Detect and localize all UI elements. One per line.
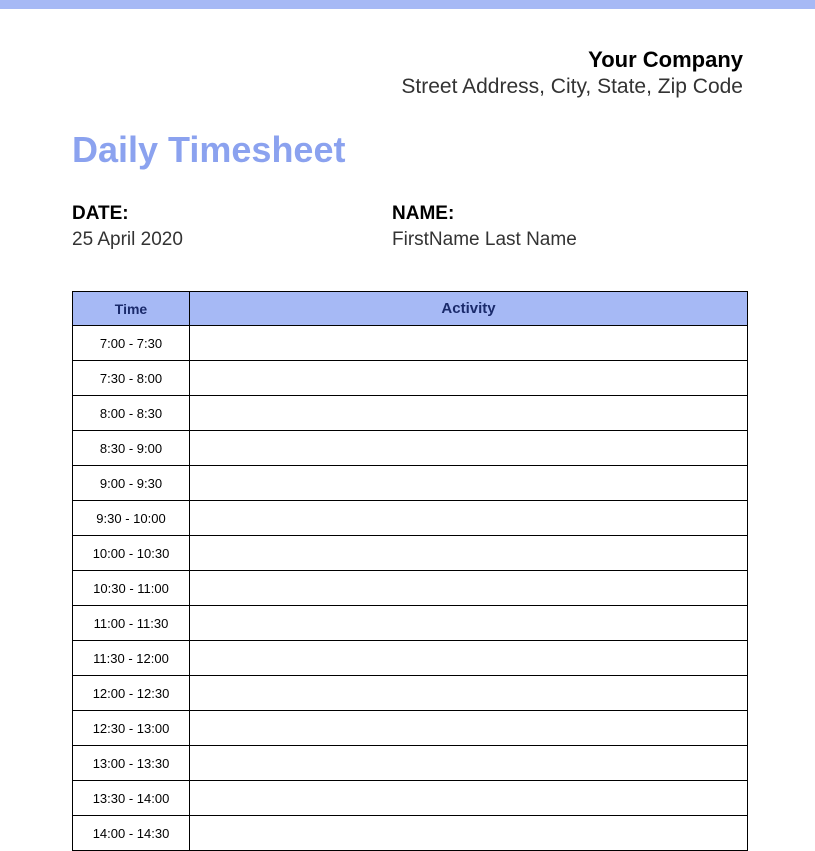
date-label: DATE:: [72, 203, 392, 225]
table-row: 8:00 - 8:30: [73, 396, 748, 431]
company-address: Street Address, City, State, Zip Code: [72, 75, 743, 99]
table-row: 12:30 - 13:00: [73, 711, 748, 746]
table-row: 11:30 - 12:00: [73, 641, 748, 676]
cell-activity[interactable]: [190, 746, 748, 781]
cell-activity[interactable]: [190, 816, 748, 851]
cell-time: 7:30 - 8:00: [73, 361, 190, 396]
cell-activity[interactable]: [190, 571, 748, 606]
cell-time: 9:30 - 10:00: [73, 501, 190, 536]
cell-activity[interactable]: [190, 781, 748, 816]
table-row: 9:00 - 9:30: [73, 466, 748, 501]
cell-time: 8:00 - 8:30: [73, 396, 190, 431]
table-row: 7:30 - 8:00: [73, 361, 748, 396]
cell-activity[interactable]: [190, 606, 748, 641]
meta-row: DATE: 25 April 2020 NAME: FirstName Last…: [72, 203, 743, 251]
table-row: 12:00 - 12:30: [73, 676, 748, 711]
cell-activity[interactable]: [190, 396, 748, 431]
table-row: 8:30 - 9:00: [73, 431, 748, 466]
table-row: 10:00 - 10:30: [73, 536, 748, 571]
page-content: Your Company Street Address, City, State…: [0, 47, 815, 851]
cell-activity[interactable]: [190, 501, 748, 536]
table-row: 13:30 - 14:00: [73, 781, 748, 816]
name-label: NAME:: [392, 203, 712, 225]
meta-date: DATE: 25 April 2020: [72, 203, 392, 251]
cell-activity[interactable]: [190, 711, 748, 746]
table-row: 9:30 - 10:00: [73, 501, 748, 536]
top-accent-bar: [0, 0, 815, 9]
cell-time: 12:30 - 13:00: [73, 711, 190, 746]
cell-activity[interactable]: [190, 676, 748, 711]
company-name: Your Company: [72, 47, 743, 73]
cell-time: 13:00 - 13:30: [73, 746, 190, 781]
cell-activity[interactable]: [190, 326, 748, 361]
cell-time: 13:30 - 14:00: [73, 781, 190, 816]
cell-time: 7:00 - 7:30: [73, 326, 190, 361]
cell-activity[interactable]: [190, 466, 748, 501]
cell-activity[interactable]: [190, 641, 748, 676]
cell-time: 8:30 - 9:00: [73, 431, 190, 466]
col-header-activity: Activity: [190, 292, 748, 326]
cell-time: 14:00 - 14:30: [73, 816, 190, 851]
company-block: Your Company Street Address, City, State…: [72, 47, 743, 99]
meta-name: NAME: FirstName Last Name: [392, 203, 712, 251]
col-header-time: Time: [73, 292, 190, 326]
cell-activity[interactable]: [190, 431, 748, 466]
table-row: 14:00 - 14:30: [73, 816, 748, 851]
cell-activity[interactable]: [190, 361, 748, 396]
table-row: 13:00 - 13:30: [73, 746, 748, 781]
date-value: 25 April 2020: [72, 229, 392, 251]
cell-time: 10:00 - 10:30: [73, 536, 190, 571]
table-row: 11:00 - 11:30: [73, 606, 748, 641]
cell-time: 11:00 - 11:30: [73, 606, 190, 641]
page-title: Daily Timesheet: [72, 129, 743, 171]
cell-activity[interactable]: [190, 536, 748, 571]
name-value: FirstName Last Name: [392, 229, 712, 251]
table-row: 10:30 - 11:00: [73, 571, 748, 606]
cell-time: 10:30 - 11:00: [73, 571, 190, 606]
table-row: 7:00 - 7:30: [73, 326, 748, 361]
cell-time: 11:30 - 12:00: [73, 641, 190, 676]
cell-time: 9:00 - 9:30: [73, 466, 190, 501]
cell-time: 12:00 - 12:30: [73, 676, 190, 711]
timesheet-table: Time Activity 7:00 - 7:307:30 - 8:008:00…: [72, 291, 748, 851]
table-header-row: Time Activity: [73, 292, 748, 326]
